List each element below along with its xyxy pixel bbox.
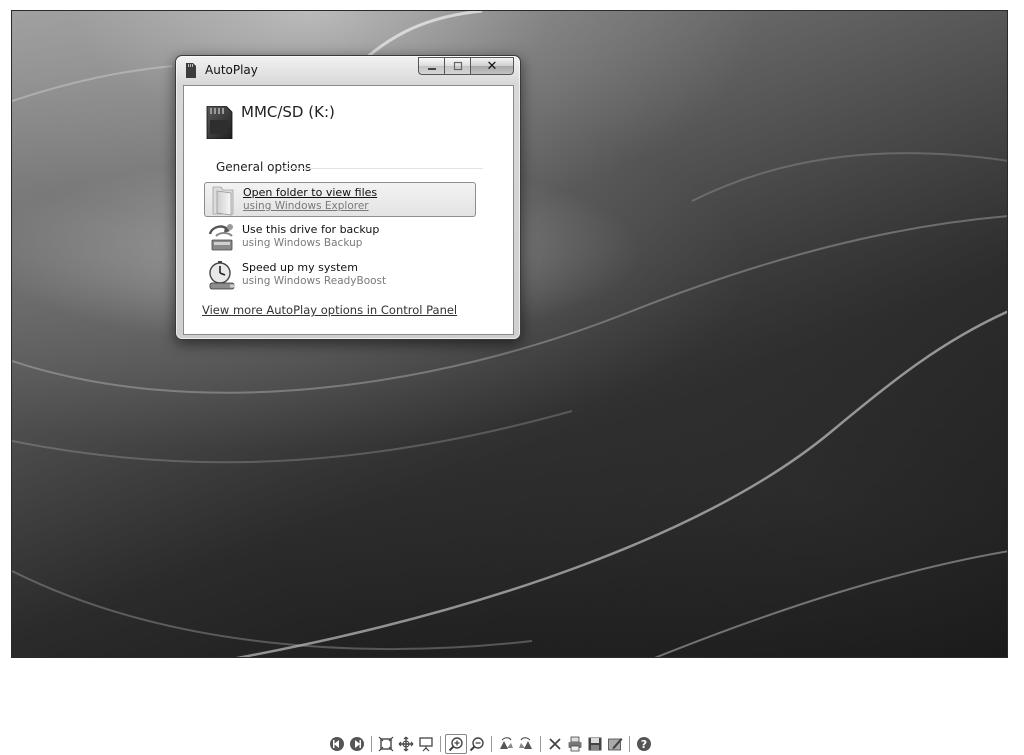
- sd-card-icon: [206, 106, 233, 139]
- toolbar-separator: [491, 736, 492, 752]
- save-button[interactable]: [585, 734, 605, 754]
- rotate-counterclockwise-icon: [519, 737, 532, 749]
- toolbar-separator: [440, 736, 441, 752]
- slideshow-button[interactable]: [416, 734, 436, 754]
- actual-size-button[interactable]: [396, 734, 416, 754]
- print-button[interactable]: [565, 734, 585, 754]
- next-button[interactable]: [347, 734, 367, 754]
- option-readyboost[interactable]: Speed up my system using Windows ReadyBo…: [204, 258, 476, 293]
- option-title: Speed up my system: [242, 261, 358, 274]
- device-name: MMC/SD (K:): [241, 103, 335, 121]
- delete-icon: [549, 738, 561, 750]
- toolbar-separator: [629, 736, 630, 752]
- rotate-counterclockwise-button[interactable]: [516, 734, 536, 754]
- desktop-screenshot: AutoPlay ✕ MMC/SD (K:) General options O…: [11, 10, 1008, 658]
- fit-to-window-icon: [378, 736, 394, 752]
- option-title: Use this drive for backup: [242, 223, 380, 236]
- delete-button[interactable]: [545, 734, 565, 754]
- window-content: MMC/SD (K:) General options Open folder …: [183, 85, 514, 335]
- zoom-in-icon: [448, 737, 463, 752]
- save-icon: [588, 737, 602, 751]
- caption-buttons: ✕: [418, 57, 514, 76]
- edit-button[interactable]: [605, 734, 625, 754]
- readyboost-icon: [209, 261, 235, 290]
- backup-icon: [208, 224, 233, 251]
- maximize-icon: [453, 61, 462, 71]
- option-title: Open folder to view files: [243, 186, 378, 199]
- sd-card-icon: [186, 63, 196, 78]
- autoplay-window: AutoPlay ✕ MMC/SD (K:) General options O…: [175, 55, 521, 340]
- minimize-icon: [427, 68, 436, 70]
- general-options-label: General options: [216, 160, 312, 174]
- zoom-out-button[interactable]: [467, 734, 487, 754]
- group-divider: [281, 168, 483, 169]
- close-icon: ✕: [486, 58, 498, 74]
- help-button[interactable]: ?: [634, 734, 654, 754]
- svg-text:?: ?: [641, 738, 647, 751]
- print-icon: [568, 736, 582, 752]
- help-icon: ?: [637, 737, 651, 751]
- previous-icon: [330, 737, 344, 751]
- rotate-clockwise-icon: [500, 737, 513, 749]
- viewer-toolbar: ?: [327, 733, 654, 755]
- fit-to-window-button[interactable]: [376, 734, 396, 754]
- option-open-folder[interactable]: Open folder to view files using Windows …: [204, 182, 476, 217]
- zoom-in-button[interactable]: [445, 734, 467, 754]
- toolbar-separator: [540, 736, 541, 752]
- edit-icon: [608, 738, 623, 751]
- slideshow-icon: [419, 737, 433, 752]
- option-subtitle: using Windows ReadyBoost: [242, 275, 387, 287]
- actual-size-icon: [398, 736, 414, 752]
- option-subtitle: using Windows Backup: [242, 237, 363, 249]
- maximize-button[interactable]: [444, 57, 470, 75]
- folder-icon: [212, 186, 234, 216]
- window-title: AutoPlay: [205, 63, 258, 77]
- next-icon: [350, 737, 364, 751]
- previous-button[interactable]: [327, 734, 347, 754]
- option-subtitle: using Windows Explorer: [243, 200, 369, 212]
- zoom-out-icon: [469, 737, 484, 752]
- control-panel-link[interactable]: View more AutoPlay options in Control Pa…: [202, 303, 457, 317]
- title-bar[interactable]: AutoPlay ✕: [176, 56, 520, 84]
- rotate-clockwise-button[interactable]: [496, 734, 516, 754]
- minimize-button[interactable]: [418, 57, 444, 75]
- toolbar-separator: [371, 736, 372, 752]
- close-button[interactable]: ✕: [470, 57, 514, 75]
- option-backup[interactable]: Use this drive for backup using Windows …: [204, 220, 476, 255]
